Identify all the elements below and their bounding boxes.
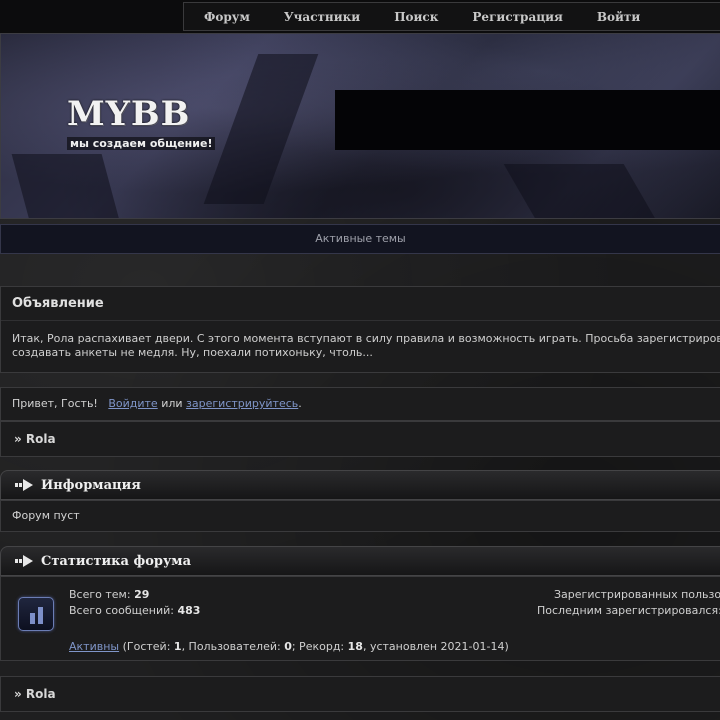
top-navigation-bar: Форум Участники Поиск Регистрация Войти: [183, 2, 720, 31]
register-link[interactable]: зарегистрируйтесь: [186, 397, 298, 410]
arrow-right-icon: [15, 479, 33, 491]
info-body: Форум пуст: [0, 500, 720, 532]
period-text: .: [298, 397, 302, 410]
announcement-line: создавать анкеты не медля. Ну, поехали п…: [12, 346, 373, 359]
nav-members-link[interactable]: Участники: [284, 10, 360, 24]
announcement-text: Итак, Рола распахивает двери. С этого мо…: [1, 321, 720, 360]
online-stats: Активны (Гостей: 1, Пользователей: 0; Ре…: [69, 640, 509, 653]
total-posts-label: Всего сообщений:: [69, 604, 174, 617]
nav-forum-link[interactable]: Форум: [204, 10, 250, 24]
total-topics: Всего тем: 29: [69, 588, 149, 601]
arrow-right-icon: [15, 555, 33, 567]
or-text: или: [161, 397, 183, 410]
guests-value: 1: [173, 640, 182, 653]
total-posts: Всего сообщений: 483: [69, 604, 200, 617]
last-registered-label: Последним зарегистрировался:: [537, 604, 720, 617]
active-topics-link[interactable]: Активные темы: [0, 224, 720, 254]
header-banner: MYBB мы создаем общение!: [0, 33, 720, 219]
record-label: ; Рекорд:: [291, 640, 345, 653]
active-users-link[interactable]: Активны: [69, 640, 119, 653]
record-value: 18: [347, 640, 363, 653]
logo-tagline: мы создаем общение!: [67, 137, 216, 150]
total-posts-value: 483: [177, 604, 201, 617]
users-label: , Пользователей:: [181, 640, 281, 653]
nav-search-link[interactable]: Поиск: [394, 10, 438, 24]
users-value: 0: [284, 640, 292, 653]
announcement-panel: Объявление Итак, Рола распахивает двери.…: [0, 286, 720, 373]
breadcrumb[interactable]: » Rola: [0, 421, 720, 457]
total-topics-value: 29: [134, 588, 150, 601]
total-topics-label: Всего тем:: [69, 588, 131, 601]
banner-ad-area: [335, 90, 720, 150]
nav-login-link[interactable]: Войти: [597, 10, 640, 24]
breadcrumb-bottom[interactable]: » Rola: [0, 676, 720, 712]
info-category-title: Информация: [41, 477, 141, 493]
nav-register-link[interactable]: Регистрация: [472, 10, 562, 24]
announcement-line: Итак, Рола распахивает двери. С этого мо…: [12, 332, 720, 345]
banner-decoration: [203, 54, 319, 204]
record-date: , установлен 2021-01-14): [362, 640, 509, 653]
login-link[interactable]: Войдите: [108, 397, 157, 410]
stats-category-title: Статистика форума: [41, 553, 191, 569]
registered-users-label: Зарегистрированных пользо: [554, 588, 720, 601]
guest-greeting: Привет, Гость!: [12, 397, 98, 410]
site-logo[interactable]: MYBB мы создаем общение!: [67, 96, 217, 176]
stats-category-header: Статистика форума: [0, 546, 720, 576]
bar-chart-icon: [18, 597, 54, 631]
announcement-title: Объявление: [1, 287, 720, 321]
top-navigation: Форум Участники Поиск Регистрация Войти: [0, 0, 720, 33]
info-category-header: Информация: [0, 470, 720, 500]
logo-text: MYBB: [67, 94, 191, 134]
guests-label: (Гостей:: [122, 640, 171, 653]
stats-body: Всего тем: 29 Всего сообщений: 483 Зарег…: [0, 576, 720, 661]
banner-decoration: [503, 164, 659, 218]
welcome-bar: Привет, Гость! Войдите или зарегистрируй…: [0, 387, 720, 421]
